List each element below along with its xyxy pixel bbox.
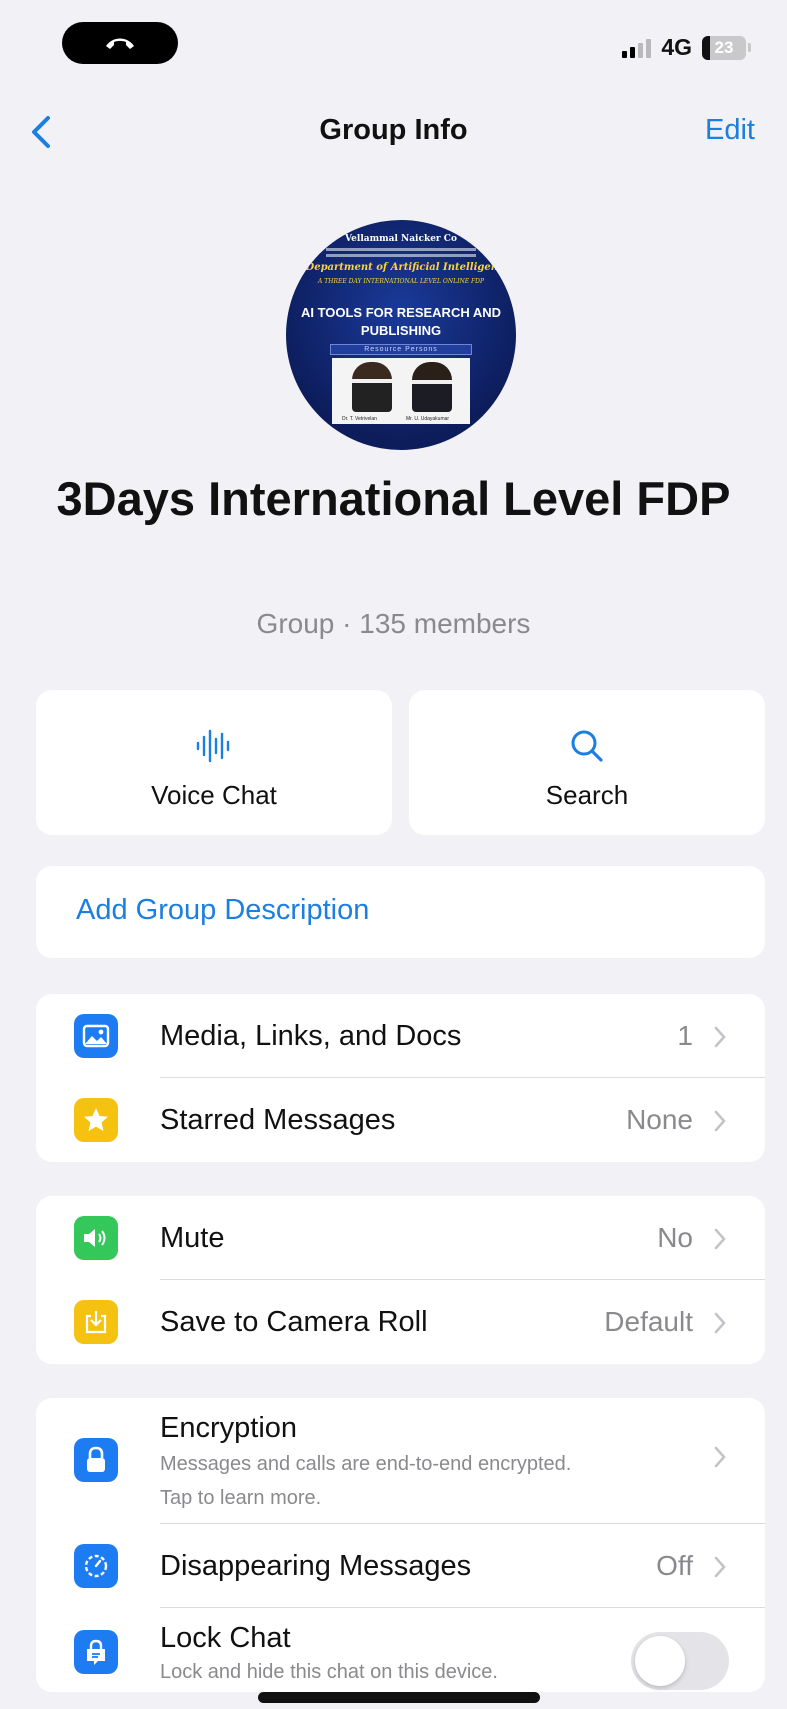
row-starred-messages[interactable]: Starred Messages None xyxy=(36,1078,765,1162)
status-indicators: 4G 23 xyxy=(622,34,751,61)
poster-event: A THREE DAY INTERNATIONAL LEVEL ONLINE F… xyxy=(317,278,484,285)
toggle-knob xyxy=(635,1636,685,1686)
row-media-links-docs[interactable]: Media, Links, and Docs 1 xyxy=(36,994,765,1078)
group-member-count: Group · 135 members xyxy=(256,608,531,639)
row-title: Mute xyxy=(160,1222,225,1254)
row-disappearing-messages[interactable]: Disappearing Messages Off xyxy=(36,1524,765,1608)
row-save-camera-roll[interactable]: Save to Camera Roll Default xyxy=(36,1280,765,1364)
search-label: Search xyxy=(545,780,629,810)
row-title: Lock Chat xyxy=(160,1622,291,1654)
lock-chat-toggle[interactable] xyxy=(631,1632,729,1690)
row-value: 1 xyxy=(677,1020,693,1051)
add-description-button[interactable]: Add Group Description xyxy=(36,866,765,958)
chat-lock-icon xyxy=(74,1630,118,1674)
chevron-right-icon xyxy=(714,1312,726,1334)
group-avatar[interactable]: Vellammal Naicker Co Department of Artif… xyxy=(286,220,516,450)
row-title: Disappearing Messages xyxy=(160,1550,472,1582)
voice-chat-label: Voice Chat xyxy=(151,780,277,810)
voice-waveform-icon xyxy=(196,729,230,763)
encryption-description: Messages and calls are end-to-end encryp… xyxy=(160,1453,572,1475)
encryption-learn-more: Tap to learn more. xyxy=(160,1487,322,1509)
active-call-pill[interactable] xyxy=(62,22,178,64)
battery-icon: 23 xyxy=(702,35,746,60)
row-value: No xyxy=(657,1222,693,1253)
signal-icon xyxy=(622,38,652,58)
page-title: Group Info xyxy=(319,114,468,146)
poster-resource: Resource Persons xyxy=(330,344,472,355)
search-button[interactable]: Search xyxy=(409,690,765,835)
row-title: Save to Camera Roll xyxy=(160,1306,428,1338)
timer-icon xyxy=(74,1544,118,1588)
row-title: Encryption xyxy=(160,1412,298,1444)
row-lock-chat[interactable]: Lock Chat Lock and hide this chat on thi… xyxy=(36,1608,765,1692)
group-name: 3Days International Level FDP xyxy=(56,472,731,525)
network-type: 4G xyxy=(661,34,692,60)
phone-icon xyxy=(106,38,134,49)
search-icon xyxy=(571,730,603,762)
privacy-section: Encryption Messages and calls are end-to… xyxy=(36,1398,765,1692)
star-icon xyxy=(74,1098,118,1142)
chevron-right-icon xyxy=(714,1228,726,1250)
person-photo xyxy=(412,362,452,412)
poster-headline-2: PUBLISHING xyxy=(360,323,442,338)
row-value: Off xyxy=(656,1550,693,1581)
poster-person-1: Dr. T. Vetrivelan xyxy=(342,416,377,422)
chevron-right-icon xyxy=(714,1446,726,1468)
home-indicator[interactable] xyxy=(258,1692,540,1703)
lock-chat-description: Lock and hide this chat on this device. xyxy=(160,1661,498,1683)
lock-icon xyxy=(74,1438,118,1482)
poster-college: Vellammal Naicker Co xyxy=(345,234,457,244)
person-photo xyxy=(352,362,392,412)
chevron-right-icon xyxy=(714,1556,726,1578)
row-value: None xyxy=(626,1104,693,1135)
edit-button[interactable]: Edit xyxy=(705,114,755,147)
row-title: Media, Links, and Docs xyxy=(160,1020,462,1052)
chevron-right-icon xyxy=(714,1110,726,1132)
poster-person-2: Mr. U. Udayakumar xyxy=(406,416,450,422)
battery-level: 23 xyxy=(714,37,734,57)
speaker-icon xyxy=(74,1216,118,1260)
save-download-icon xyxy=(74,1300,118,1344)
voice-chat-button[interactable]: Voice Chat xyxy=(36,690,392,835)
add-description-label: Add Group Description xyxy=(76,894,370,926)
settings-section: Mute No Save to Camera Roll Default xyxy=(36,1196,765,1364)
poster-department: Department of Artificial Intelligence xyxy=(305,262,511,273)
row-title: Starred Messages xyxy=(160,1104,396,1136)
chevron-right-icon xyxy=(714,1026,726,1048)
media-section: Media, Links, and Docs 1 Starred Message… xyxy=(36,994,765,1162)
row-mute[interactable]: Mute No xyxy=(36,1196,765,1280)
row-encryption[interactable]: Encryption Messages and calls are end-to… xyxy=(36,1398,765,1524)
poster-photos: Dr. T. Vetrivelan Mr. U. Udayakumar xyxy=(332,358,470,424)
row-value: Default xyxy=(604,1306,693,1337)
poster-headline-1: AI TOOLS FOR RESEARCH AND xyxy=(300,305,502,320)
photo-icon xyxy=(74,1014,118,1058)
